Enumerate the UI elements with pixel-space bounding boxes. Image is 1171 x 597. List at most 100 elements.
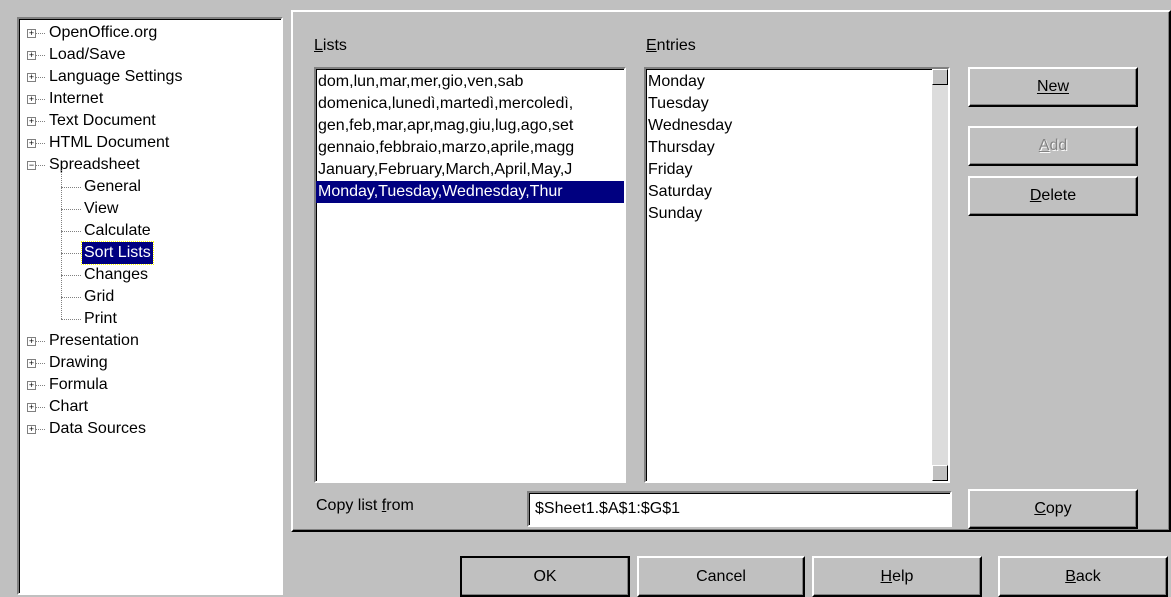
tree-connector — [36, 77, 45, 78]
list-item[interactable]: Monday,Tuesday,Wednesday,Thur — [316, 181, 624, 203]
entry-item[interactable]: Wednesday — [646, 115, 948, 137]
tree-connector — [61, 231, 81, 232]
tree-item-view[interactable]: View — [19, 198, 279, 220]
tree-item-label: Print — [84, 310, 117, 327]
tree-item-presentation[interactable]: + Presentation — [19, 330, 279, 352]
tree-item-label: Changes — [84, 266, 149, 283]
copy-list-from-input[interactable]: $Sheet1.$A$1:$G$1 — [527, 491, 952, 527]
entries-listbox[interactable]: Monday Tuesday Wednesday Thursday Friday Satu… — [644, 67, 950, 483]
back-button-label: Back — [1065, 567, 1101, 585]
lists-label: Lists — [314, 37, 347, 55]
tree-item-label: Calculate — [84, 222, 151, 239]
expand-icon[interactable]: + — [27, 117, 36, 126]
tree-connector — [61, 187, 81, 188]
tree-connector — [36, 55, 45, 56]
tree-item-load-save[interactable]: + Load/Save — [19, 44, 279, 66]
tree-item-label: Internet — [49, 90, 104, 107]
tree-item-changes[interactable]: Changes — [19, 264, 279, 286]
list-item[interactable]: domenica,lunedì,martedì,mercoledì, — [316, 93, 624, 115]
tree-item-internet[interactable]: + Internet — [19, 88, 279, 110]
expand-icon[interactable]: + — [27, 51, 36, 60]
list-item[interactable]: gen,feb,mar,apr,mag,giu,lug,ago,set — [316, 115, 624, 137]
copy-list-from-label: Copy list from — [316, 497, 414, 514]
tree-item-label: Data Sources — [49, 420, 146, 437]
help-button-label: Help — [880, 567, 914, 585]
copy-button-label: Copy — [1034, 500, 1072, 517]
tree-item-html-document[interactable]: + HTML Document — [19, 132, 279, 154]
cancel-button[interactable]: Cancel — [637, 556, 805, 597]
expand-icon[interactable]: + — [27, 73, 36, 82]
list-item[interactable]: gennaio,febbraio,marzo,aprile,magg — [316, 137, 624, 159]
entry-item[interactable]: Thursday — [646, 137, 948, 159]
scroll-up-icon[interactable] — [932, 69, 948, 85]
tree-item-label: OpenOffice.org — [49, 24, 158, 41]
expand-icon[interactable]: + — [27, 425, 36, 434]
tree-item-calculate[interactable]: Calculate — [19, 220, 279, 242]
tree-item-label: Sort Lists — [81, 241, 154, 265]
list-item[interactable]: January,February,March,April,May,J — [316, 159, 624, 181]
entry-item[interactable]: Tuesday — [646, 93, 948, 115]
expand-icon[interactable]: + — [27, 337, 36, 346]
add-button-label: Add — [1038, 137, 1068, 154]
tree-item-label: Formula — [49, 376, 108, 393]
tree-item-general[interactable]: General — [19, 176, 279, 198]
tree-connector — [36, 429, 45, 430]
tree-connector — [36, 407, 45, 408]
expand-icon[interactable]: + — [27, 139, 36, 148]
lists-label-text: Lists — [314, 37, 347, 54]
new-button[interactable]: New — [968, 67, 1138, 107]
new-button-label: New — [1036, 78, 1069, 95]
tree-connector — [61, 297, 81, 298]
tree-item-grid[interactable]: Grid — [19, 286, 279, 308]
tree-item-spreadsheet[interactable]: − Spreadsheet — [19, 154, 279, 176]
tree-connector — [61, 275, 81, 276]
tree-connector — [36, 121, 45, 122]
tree-item-sort-lists[interactable]: Sort Lists — [19, 241, 279, 265]
list-item[interactable]: dom,lun,mar,mer,gio,ven,sab — [316, 71, 624, 93]
add-button[interactable]: Add — [968, 126, 1138, 166]
back-button[interactable]: Back — [998, 556, 1168, 597]
tree-item-label: Drawing — [49, 354, 108, 371]
tree-item-data-sources[interactable]: + Data Sources — [19, 418, 279, 440]
collapse-icon[interactable]: − — [27, 161, 36, 170]
entry-item[interactable]: Friday — [646, 159, 948, 181]
entry-item[interactable]: Sunday — [646, 203, 948, 225]
entries-scrollbar[interactable] — [932, 69, 948, 481]
cancel-button-label: Cancel — [696, 567, 746, 585]
help-button[interactable]: Help — [812, 556, 982, 597]
expand-icon[interactable]: + — [27, 359, 36, 368]
expand-icon[interactable]: + — [27, 381, 36, 390]
tree-item-chart[interactable]: + Chart — [19, 396, 279, 418]
tree-connector — [61, 253, 81, 254]
tree-item-drawing[interactable]: + Drawing — [19, 352, 279, 374]
tree-item-label: Text Document — [49, 112, 156, 129]
tree-item-print[interactable]: Print — [19, 308, 279, 330]
tree-item-label: HTML Document — [49, 134, 170, 151]
scroll-down-icon[interactable] — [932, 465, 948, 481]
copy-button[interactable]: Copy — [968, 489, 1138, 529]
entry-item[interactable]: Monday — [646, 71, 948, 93]
tree-connector — [36, 385, 45, 386]
tree-item-label: Grid — [84, 288, 115, 305]
tree-item-formula[interactable]: + Formula — [19, 374, 279, 396]
tree-connector — [36, 363, 45, 364]
tree-item-text-document[interactable]: + Text Document — [19, 110, 279, 132]
tree-connector — [61, 170, 62, 319]
delete-button-label: Delete — [1029, 187, 1077, 204]
tree-connector — [36, 143, 45, 144]
entries-label: Entries — [646, 37, 696, 54]
ok-button[interactable]: OK — [460, 556, 630, 597]
entry-item[interactable]: Saturday — [646, 181, 948, 203]
tree-connector — [36, 33, 45, 34]
lists-listbox[interactable]: dom,lun,mar,mer,gio,ven,sab domenica,lune… — [314, 67, 626, 483]
tree-item-label: Chart — [49, 398, 89, 415]
options-tree[interactable]: + OpenOffice.org + Load/Save + Language Setti… — [17, 17, 283, 595]
expand-icon[interactable]: + — [27, 29, 36, 38]
tree-item-language-settings[interactable]: + Language Settings — [19, 66, 279, 88]
tree-connector — [36, 165, 45, 166]
tree-item-openoffice-org[interactable]: + OpenOffice.org — [19, 22, 279, 44]
expand-icon[interactable]: + — [27, 403, 36, 412]
expand-icon[interactable]: + — [27, 95, 36, 104]
delete-button[interactable]: Delete — [968, 176, 1138, 216]
tree-item-label: Presentation — [49, 332, 139, 349]
